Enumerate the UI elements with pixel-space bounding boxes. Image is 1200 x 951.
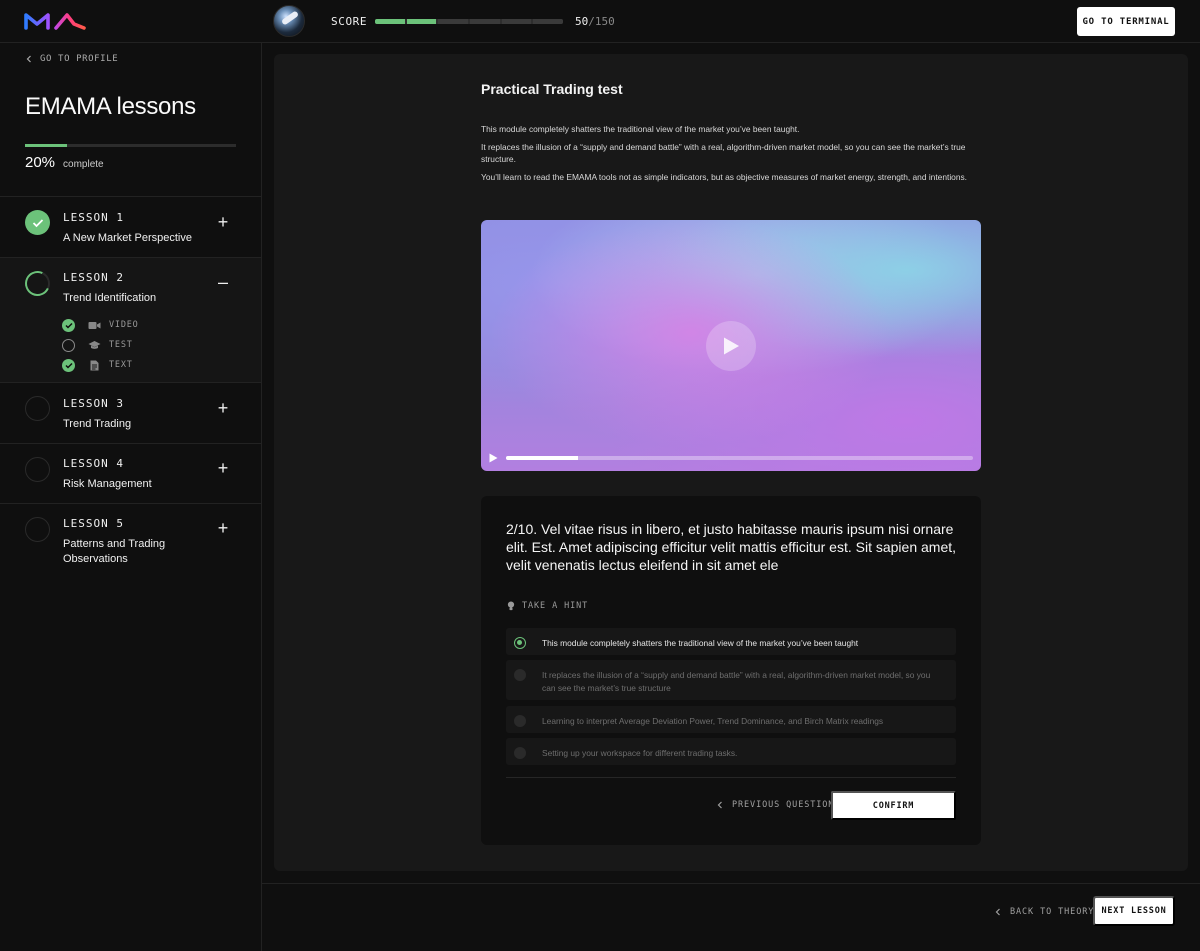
progress-percent: 20% <box>25 154 56 171</box>
quiz-card: 2/10. Vel vitae risus in libero, et just… <box>481 496 981 845</box>
expand-plus-icon[interactable]: + <box>214 519 232 537</box>
page-title: Practical Trading test <box>481 81 623 97</box>
chevron-left-icon <box>717 801 722 809</box>
course-progress-text: 20% complete <box>25 154 104 171</box>
radio-unselected[interactable] <box>514 715 526 727</box>
lesson-content-panel: Practical Trading test This module compl… <box>274 54 1188 871</box>
description-paragraph: It replaces the illusion of a “supply an… <box>481 141 966 165</box>
lesson-name: Risk Management <box>63 478 152 490</box>
lesson-complete-icon <box>25 210 50 235</box>
video-player[interactable] <box>481 220 981 471</box>
answer-text: This module completely shatters the trad… <box>542 638 859 648</box>
answer-option[interactable]: It replaces the illusion of a “supply an… <box>506 660 956 700</box>
lesson-not-started-icon <box>25 396 50 421</box>
lesson-not-started-icon <box>25 517 50 542</box>
progress-label: complete <box>63 159 104 170</box>
lesson-item-3[interactable]: LESSON 3 Trend Trading + <box>0 382 261 443</box>
lesson-in-progress-icon <box>21 267 54 300</box>
collapse-minus-icon[interactable]: – <box>214 273 232 291</box>
score-label: SCORE <box>331 15 368 28</box>
expand-plus-icon[interactable]: + <box>214 213 232 231</box>
answer-text: Learning to interpret Average Deviation … <box>542 716 884 726</box>
course-progress-bar <box>25 144 236 147</box>
go-to-profile-link[interactable]: GO TO PROFILE <box>26 54 118 64</box>
score-progress-bar <box>375 19 563 24</box>
answer-option[interactable]: This module completely shatters the trad… <box>506 628 956 655</box>
radio-unselected[interactable] <box>514 747 526 759</box>
document-icon <box>87 359 101 371</box>
lesson-number: LESSON 3 <box>63 397 124 410</box>
lesson-name: Trend Identification <box>63 292 157 304</box>
lesson-step-text[interactable]: TEXT <box>62 358 133 372</box>
lesson-step-video[interactable]: VIDEO <box>62 318 139 332</box>
lightbulb-icon <box>507 601 515 611</box>
lesson-item-4[interactable]: LESSON 4 Risk Management + <box>0 443 261 503</box>
radio-unselected[interactable] <box>514 669 526 681</box>
play-small-icon[interactable] <box>489 453 498 463</box>
lesson-not-started-icon <box>25 457 50 482</box>
confirm-button[interactable]: CONFIRM <box>831 791 956 820</box>
video-controls <box>489 453 973 463</box>
lesson-item-5[interactable]: LESSON 5 Patterns and Trading Observatio… <box>0 503 261 583</box>
lesson-item-2[interactable]: LESSON 2 Trend Identification – VIDEO TE… <box>0 257 261 382</box>
expand-plus-icon[interactable]: + <box>214 459 232 477</box>
go-to-terminal-button[interactable]: GO TO TERMINAL <box>1077 7 1175 36</box>
lesson-number: LESSON 2 <box>63 271 124 284</box>
graduation-cap-icon <box>87 339 101 351</box>
play-button[interactable] <box>706 321 756 371</box>
answer-text: It replaces the illusion of a “supply an… <box>542 670 931 693</box>
take-a-hint-button[interactable]: TAKE A HINT <box>507 601 588 611</box>
question-text: 2/10. Vel vitae risus in libero, et just… <box>506 521 957 573</box>
top-bar: SCORE 50/150 GO TO TERMINAL <box>0 0 1200 43</box>
lessons-sidebar: GO TO PROFILE EMAMA lessons 20% complete… <box>0 43 262 951</box>
lesson-name: Trend Trading <box>63 418 132 430</box>
video-camera-icon <box>87 319 101 331</box>
description-paragraph: This module completely shatters the trad… <box>481 124 800 134</box>
course-title: EMAMA lessons <box>25 93 196 120</box>
play-icon <box>724 337 739 355</box>
lesson-item-1[interactable]: LESSON 1 A New Market Perspective + <box>0 196 261 257</box>
description-paragraph: You’ll learn to read the EMAMA tools not… <box>481 171 968 182</box>
lesson-number: LESSON 1 <box>63 211 124 224</box>
divider <box>506 777 956 778</box>
answer-text: Setting up your workspace for different … <box>542 748 738 758</box>
lesson-step-test[interactable]: TEST <box>62 338 133 352</box>
brand-logo[interactable] <box>24 12 86 30</box>
previous-question-button[interactable]: PREVIOUS QUESTION <box>717 800 834 810</box>
back-to-theory-button[interactable]: BACK TO THEORY <box>995 907 1094 917</box>
lesson-number: LESSON 5 <box>63 517 124 530</box>
lesson-description: This module completely shatters the trad… <box>481 123 971 188</box>
lesson-name: Patterns and Trading Observations <box>63 538 166 565</box>
video-progress-bar[interactable] <box>506 456 973 460</box>
chevron-left-icon <box>26 55 31 63</box>
step-complete-icon <box>62 318 75 332</box>
user-avatar[interactable] <box>273 5 305 37</box>
lesson-number: LESSON 4 <box>63 457 124 470</box>
radio-selected[interactable] <box>514 637 526 649</box>
chevron-left-icon <box>995 908 1000 916</box>
answer-option[interactable]: Setting up your workspace for different … <box>506 738 956 765</box>
step-complete-icon <box>62 358 75 372</box>
footer-bar: BACK TO THEORY NEXT LESSON <box>262 883 1200 951</box>
score-value: 50/150 <box>575 15 615 28</box>
step-incomplete-icon <box>62 338 75 352</box>
expand-plus-icon[interactable]: + <box>214 399 232 417</box>
answer-option[interactable]: Learning to interpret Average Deviation … <box>506 706 956 733</box>
next-lesson-button[interactable]: NEXT LESSON <box>1093 896 1175 926</box>
lesson-name: A New Market Perspective <box>63 232 192 244</box>
